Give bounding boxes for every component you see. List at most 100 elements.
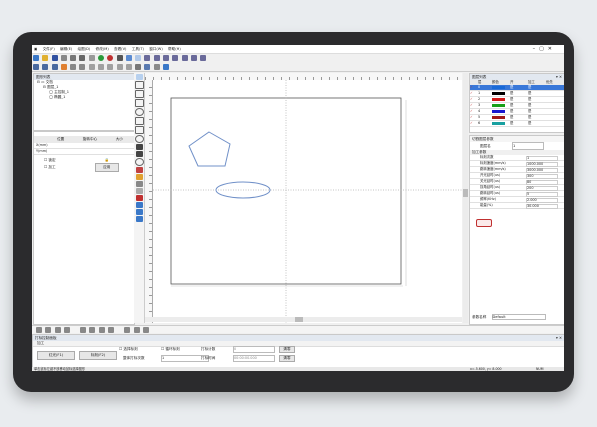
arc-tool-icon[interactable] [134, 135, 144, 143]
vector-tool-icon[interactable] [135, 181, 143, 187]
param-value-input[interactable]: 1 [526, 155, 558, 161]
scroll-thumb[interactable] [463, 189, 468, 197]
center-h-icon[interactable] [124, 327, 131, 333]
gear-icon[interactable] [153, 64, 160, 70]
polygon-tool-icon[interactable] [134, 117, 144, 125]
layer-row[interactable]: ✓ 6 是是 [470, 121, 564, 127]
param-value-input[interactable]: 200 [526, 185, 558, 191]
mirror-icon[interactable] [42, 64, 49, 70]
bitmap-tool-icon[interactable] [135, 202, 143, 208]
fill-icon[interactable] [60, 64, 67, 70]
process-checkbox[interactable]: ☐ 加工 应用 [44, 163, 134, 172]
check-icon[interactable]: ✓ [470, 121, 478, 126]
polyline-tool-icon[interactable] [134, 81, 144, 89]
same-height-icon[interactable] [107, 327, 114, 333]
rect-tool-icon[interactable] [134, 99, 144, 107]
delete-icon[interactable] [135, 64, 142, 70]
node-icon[interactable] [107, 64, 114, 70]
param-value-input[interactable]: 5 [526, 191, 558, 197]
layer-process[interactable]: 是 [528, 97, 546, 102]
rotate-icon[interactable] [51, 64, 58, 70]
array-icon[interactable] [116, 64, 123, 70]
select-icon[interactable] [125, 55, 132, 61]
io-tool-icon[interactable] [135, 167, 143, 173]
tree-item[interactable]: ◯ 椭圆_1 [37, 95, 134, 100]
ungroup-icon[interactable] [79, 64, 86, 70]
layer-visible[interactable]: 是 [510, 103, 528, 108]
image-icon[interactable] [144, 64, 151, 70]
align-right-icon[interactable] [45, 327, 52, 333]
layer-color[interactable] [492, 97, 510, 102]
red-indicator-button[interactable] [476, 219, 492, 227]
apply-button[interactable]: 应用 [94, 163, 119, 172]
selected-tool-icon[interactable] [135, 55, 142, 61]
import-tool-icon[interactable] [135, 209, 143, 215]
check-icon[interactable]: ✓ [470, 109, 478, 114]
center-v-icon[interactable] [133, 327, 140, 333]
layer-visible[interactable]: 是 [510, 121, 528, 126]
layer-color[interactable] [492, 103, 510, 108]
layer-process[interactable]: 是 [528, 85, 546, 90]
center-icon[interactable] [142, 327, 149, 333]
window-controls[interactable]: –▢✕ [533, 45, 556, 53]
layer-color[interactable] [492, 115, 510, 120]
layer-color[interactable] [492, 91, 510, 96]
check-icon[interactable]: ✓ [470, 97, 478, 102]
param-name-input[interactable]: Default [491, 314, 546, 320]
print-icon[interactable] [116, 55, 123, 61]
menu-file[interactable]: 文件(F) [43, 47, 55, 51]
layer-process[interactable]: 是 [528, 103, 546, 108]
same-width-icon[interactable] [98, 327, 105, 333]
layer-color[interactable] [492, 109, 510, 114]
layer-visible[interactable]: 是 [510, 97, 528, 102]
zoom-window-icon[interactable] [172, 55, 179, 61]
layer-color[interactable] [492, 85, 510, 90]
star-tool-icon[interactable] [134, 126, 144, 134]
select-mark-checkbox[interactable]: ☐ 选择标刻 [119, 347, 138, 352]
tab-process[interactable]: 加工 [33, 341, 564, 347]
zoom-prev-icon[interactable] [190, 55, 197, 61]
measure-tool-icon[interactable] [135, 216, 143, 222]
layer-visible[interactable]: 是 [510, 85, 528, 90]
menu-view[interactable]: 查看(V) [114, 47, 126, 51]
align-left-icon[interactable] [36, 327, 42, 333]
pointer-tool-icon[interactable] [135, 74, 143, 80]
check-icon[interactable]: ✓ [470, 115, 478, 120]
zoom-fit-icon[interactable] [162, 55, 169, 61]
check-icon[interactable]: ✓ [470, 103, 478, 108]
layer-process[interactable]: 是 [528, 121, 546, 126]
save-icon[interactable] [51, 55, 58, 61]
param-value-input[interactable]: 300 [526, 173, 558, 179]
zoom-all-icon[interactable] [181, 55, 188, 61]
menu-tools[interactable]: 工具(T) [132, 47, 144, 51]
lock-icon[interactable]: 🔒 [105, 158, 109, 162]
break-icon[interactable] [97, 64, 104, 70]
distribute-h-icon[interactable] [80, 327, 87, 333]
layer-number-input[interactable]: 1 [511, 142, 544, 150]
tab-rotation-center[interactable]: 旋转中心 [75, 136, 104, 143]
layer-process[interactable]: 是 [528, 115, 546, 120]
circle-tool-icon[interactable] [134, 158, 144, 166]
curve-tool-icon[interactable] [134, 90, 144, 98]
param-value-input[interactable]: 3000.000 [526, 167, 558, 173]
new-file-icon[interactable] [33, 55, 39, 61]
mark-button[interactable]: 标刻(F2) [79, 351, 117, 360]
copy-icon[interactable] [70, 55, 77, 61]
scroll-thumb-h[interactable] [295, 317, 303, 322]
weld-icon[interactable] [88, 64, 95, 70]
offset-icon[interactable] [125, 64, 132, 70]
ellipse-tool-icon[interactable] [134, 108, 144, 116]
align-bottom-icon[interactable] [63, 327, 70, 333]
text-tool-icon[interactable] [135, 144, 143, 150]
zoom-page-icon[interactable] [200, 55, 207, 61]
red-circle-icon[interactable] [107, 55, 114, 61]
menu-modify[interactable]: 修改(M) [96, 47, 109, 51]
clear-time-button[interactable]: 清零 [279, 355, 295, 362]
check-icon[interactable]: ✓ [470, 91, 478, 96]
group-icon[interactable] [70, 64, 77, 70]
menu-help[interactable]: 帮助(H) [168, 47, 181, 51]
layer-visible[interactable]: 是 [510, 91, 528, 96]
motor-tool-icon[interactable] [135, 195, 143, 201]
layer-process[interactable]: 是 [528, 91, 546, 96]
layer-color[interactable] [492, 121, 510, 126]
